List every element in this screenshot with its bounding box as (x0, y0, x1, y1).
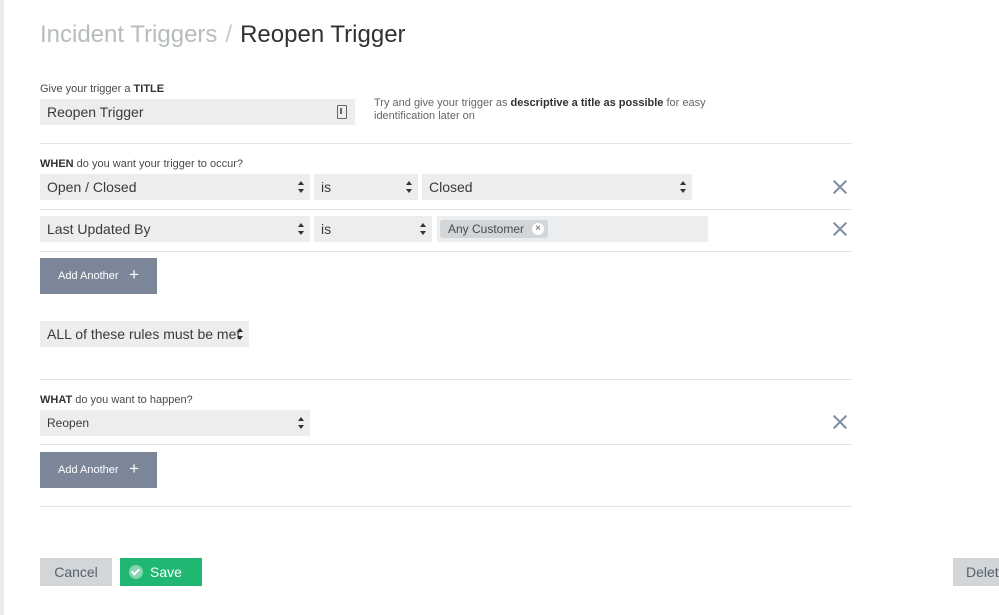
title-hint: Try and give your trigger as descriptive… (374, 97, 764, 123)
action-1-value: Reopen (47, 416, 90, 430)
text-edit-icon (337, 105, 347, 119)
title-label-prefix: Give your trigger a (40, 83, 131, 95)
select-arrows-icon (237, 328, 243, 340)
condition-2-field-select[interactable]: Last Updated By (40, 216, 310, 242)
check-circle-icon (129, 565, 143, 579)
breadcrumb-parent-link[interactable]: Incident Triggers (40, 21, 217, 48)
breadcrumb-separator: / (225, 21, 233, 48)
divider (40, 209, 852, 210)
title-label: Give your trigger a TITLE (40, 83, 164, 95)
select-arrows-icon (298, 181, 304, 193)
match-mode-select[interactable]: ALL of these rules must be met (40, 321, 249, 347)
trigger-title-input[interactable]: Reopen Trigger (40, 99, 355, 125)
select-arrows-icon (298, 417, 304, 429)
what-label: WHAT do you want to happen? (40, 394, 193, 406)
tag-remove-icon[interactable]: × (532, 223, 545, 235)
hint-prefix: Try and give your trigger as (374, 97, 508, 109)
page-title: Reopen Trigger (240, 21, 406, 48)
breadcrumb: Incident Triggers / Reopen Trigger (40, 20, 406, 50)
remove-condition-2-x-icon[interactable] (833, 222, 847, 236)
divider (40, 506, 852, 507)
condition-2-operator-select[interactable]: is (314, 216, 432, 242)
remove-condition-1-x-icon[interactable] (833, 180, 847, 194)
hint-bold: descriptive a title as possible (510, 97, 664, 109)
select-arrows-icon (680, 181, 686, 193)
remove-action-1-x-icon[interactable] (833, 415, 847, 429)
match-mode-value: ALL of these rules must be met (47, 326, 241, 342)
when-label: WHEN do you want your trigger to occur? (40, 158, 243, 170)
delete-button[interactable]: Delete (953, 558, 999, 586)
condition-2-field-value: Last Updated By (47, 221, 151, 237)
condition-1-operator-value: is (321, 179, 332, 195)
condition-2-operator-value: is (321, 221, 332, 237)
select-arrows-icon (298, 223, 304, 235)
trigger-title-value: Reopen Trigger (47, 104, 144, 120)
condition-1-value-text: Closed (429, 179, 473, 195)
add-condition-label: Add Another (58, 270, 119, 282)
select-arrows-icon (406, 181, 412, 193)
condition-1-field-select[interactable]: Open / Closed (40, 174, 310, 200)
condition-1-field-value: Open / Closed (47, 179, 137, 195)
action-1-select[interactable]: Reopen (40, 410, 310, 436)
left-edge-bar (0, 0, 4, 615)
plus-icon: + (129, 265, 139, 284)
add-action-label: Add Another (58, 464, 119, 476)
when-label-bold: WHEN (40, 158, 74, 170)
any-customer-tag: Any Customer × (440, 220, 549, 238)
divider (40, 379, 852, 380)
condition-1-operator-select[interactable]: is (314, 174, 418, 200)
add-action-button[interactable]: Add Another + (40, 452, 157, 488)
plus-icon: + (129, 459, 139, 478)
title-label-bold: TITLE (133, 83, 165, 95)
save-button[interactable]: Save (120, 558, 202, 586)
divider (40, 143, 852, 144)
add-condition-button[interactable]: Add Another + (40, 258, 157, 294)
when-label-rest: do you want your trigger to occur? (76, 158, 243, 170)
divider (40, 251, 852, 252)
what-label-rest: do you want to happen? (75, 394, 193, 406)
select-arrows-icon (420, 223, 426, 235)
what-label-bold: WHAT (40, 394, 73, 406)
condition-1-value-select[interactable]: Closed (422, 174, 692, 200)
save-label: Save (150, 564, 182, 580)
tag-label: Any Customer (448, 222, 525, 236)
cancel-button[interactable]: Cancel (40, 558, 112, 586)
divider (40, 444, 852, 445)
